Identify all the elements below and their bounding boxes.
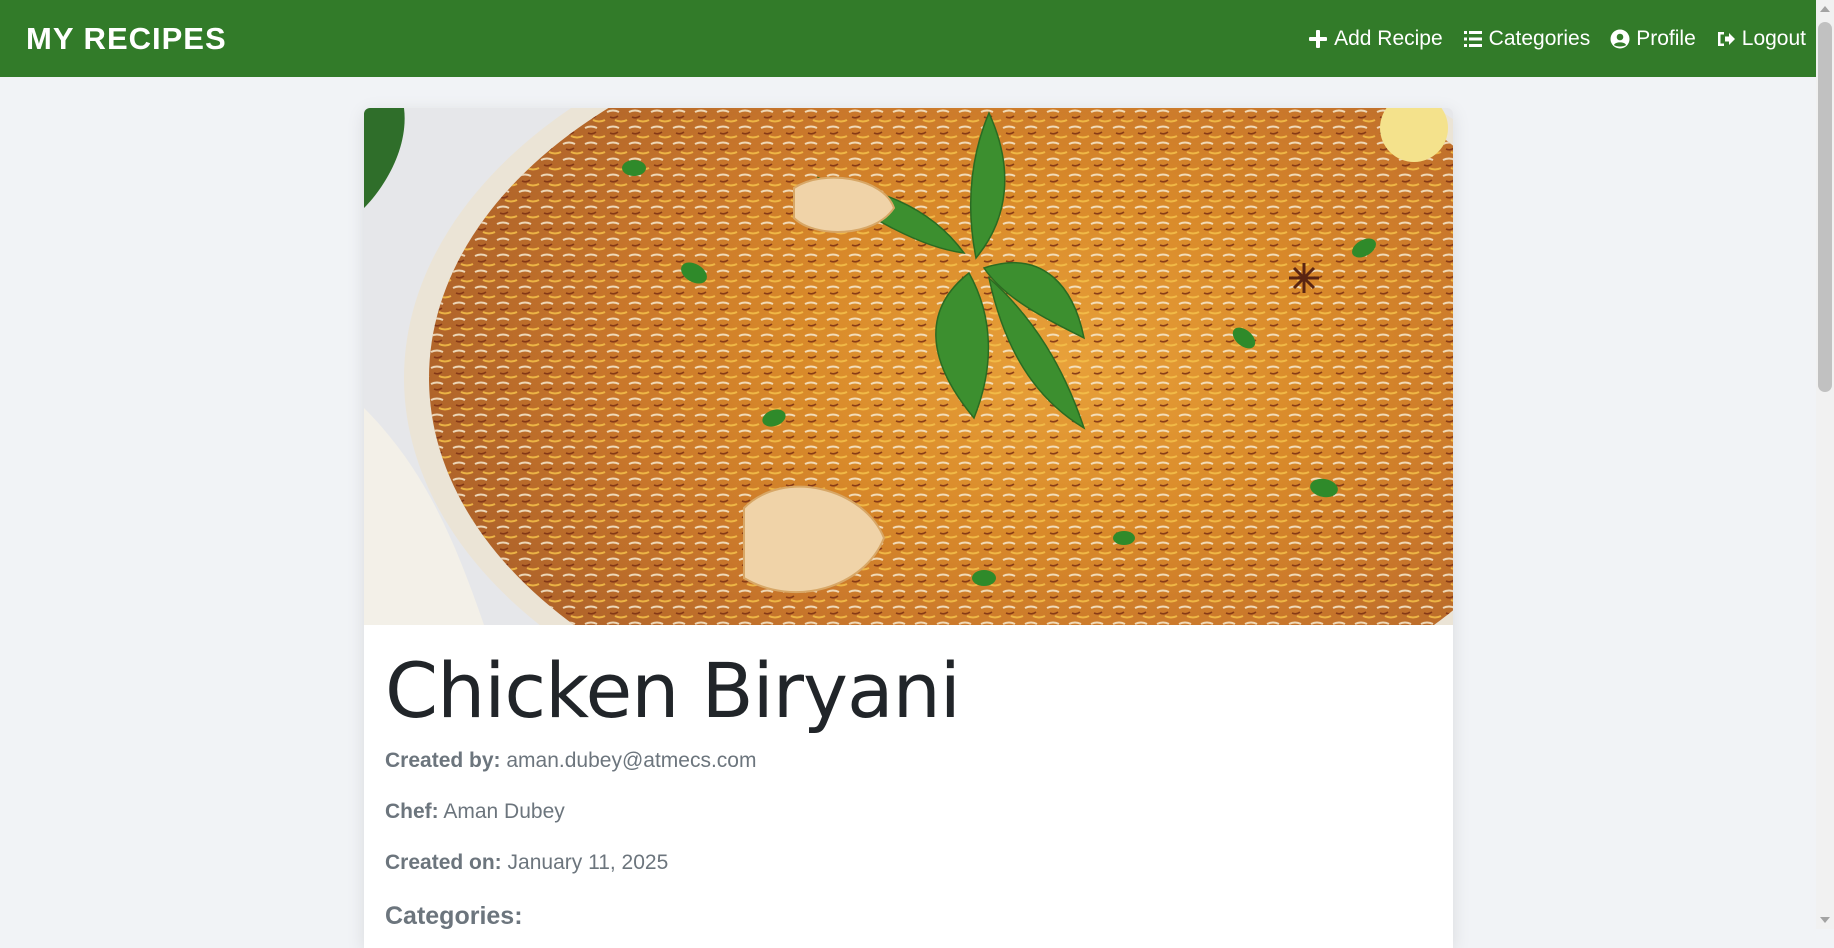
nav-logout[interactable]: Logout [1716,27,1806,51]
user-circle-icon [1610,29,1630,48]
brand-logo[interactable]: MY RECIPES [26,21,227,57]
created-by-value: aman.dubey@atmecs.com [506,748,757,772]
nav-add-recipe[interactable]: Add Recipe [1308,27,1443,51]
created-on: Created on: January 11, 2025 [385,851,1432,875]
sign-out-icon [1717,31,1735,46]
recipe-card: Chicken Biryani Created by: aman.dubey@a… [364,108,1453,948]
recipe-details: Chicken Biryani Created by: aman.dubey@a… [364,625,1453,948]
scroll-up-icon[interactable] [1820,6,1830,12]
page-scrollbar[interactable] [1816,0,1834,929]
nav-links: Add Recipe Categories Profile Logout [1308,27,1806,51]
chef-label: Chef: [385,799,439,823]
nav-profile[interactable]: Profile [1610,27,1696,51]
nav-add-recipe-label: Add Recipe [1334,26,1443,50]
chef-value: Aman Dubey [443,799,565,823]
created-by: Created by: aman.dubey@atmecs.com [385,749,1432,773]
created-on-label: Created on: [385,850,502,874]
nav-categories-label: Categories [1488,26,1591,50]
scroll-thumb[interactable] [1818,22,1832,392]
list-icon [1463,30,1482,47]
chef: Chef: Aman Dubey [385,800,1432,824]
recipe-title: Chicken Biryani [385,646,961,735]
categories-heading: Categories: [385,901,523,930]
created-on-value: January 11, 2025 [507,850,669,874]
biryani-photo [364,108,1453,625]
created-by-label: Created by: [385,748,501,772]
plus-icon [1309,29,1328,48]
scroll-down-icon[interactable] [1820,917,1830,923]
nav-profile-label: Profile [1636,26,1696,50]
top-navbar: MY RECIPES Add Recipe Categories Profile… [0,0,1816,77]
nav-categories[interactable]: Categories [1463,26,1591,51]
nav-logout-label: Logout [1741,26,1806,50]
recipe-image [364,108,1453,625]
